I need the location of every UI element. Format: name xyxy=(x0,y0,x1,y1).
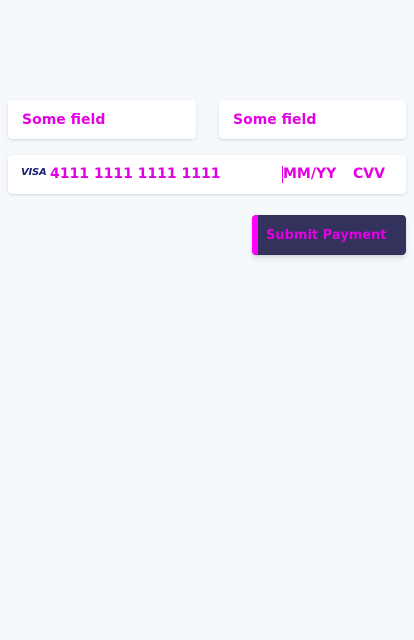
submit-payment-label: Submit Payment xyxy=(266,227,387,243)
card-cvc-input[interactable] xyxy=(353,165,397,183)
card-expiry-input[interactable] xyxy=(283,165,343,183)
card-element[interactable]: VISA xyxy=(8,155,406,194)
submit-payment-button[interactable]: Submit Payment xyxy=(252,215,406,255)
some-field-input-right[interactable] xyxy=(233,111,393,129)
some-field-input-left[interactable] xyxy=(22,111,182,129)
card-number-input[interactable] xyxy=(50,165,250,183)
some-field-left[interactable] xyxy=(8,100,196,139)
visa-icon: VISA xyxy=(21,167,47,178)
button-focus-edge xyxy=(252,215,258,255)
some-field-right[interactable] xyxy=(219,100,406,139)
